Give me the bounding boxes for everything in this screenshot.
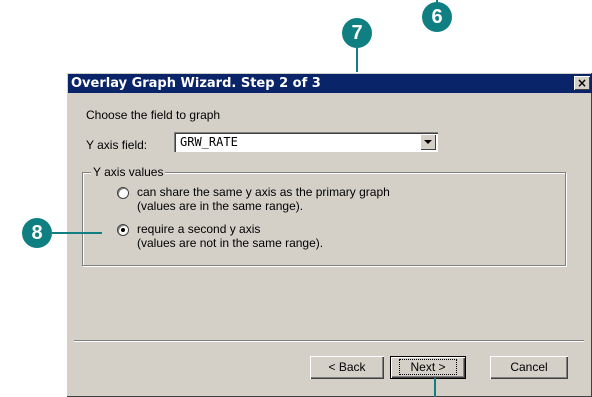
back-button-label: < Back (328, 360, 366, 374)
y-axis-field-value: GRW_RATE (180, 135, 238, 149)
callout-8-number: 8 (31, 222, 43, 244)
chevron-down-icon[interactable] (420, 134, 436, 150)
next-leader (434, 378, 436, 397)
y-axis-field-label: Y axis field: (86, 138, 148, 152)
close-icon: × (576, 76, 588, 90)
radio-share-y-axis[interactable] (117, 187, 129, 199)
callout-8: 8 (22, 218, 52, 248)
callout-6-number: 6 (431, 6, 443, 28)
option-second-line1: require a second y axis (137, 222, 261, 236)
callout-8-leader (52, 232, 102, 234)
dialog-title: Overlay Graph Wizard. Step 2 of 3 (71, 76, 321, 91)
option-share-line1: can share the same y axis as the primary… (137, 185, 390, 199)
dialog-titlebar[interactable]: Overlay Graph Wizard. Step 2 of 3 × (68, 74, 592, 93)
close-button[interactable]: × (574, 76, 590, 90)
cancel-button-label: Cancel (510, 360, 548, 374)
overlay-graph-wizard-dialog: Overlay Graph Wizard. Step 2 of 3 × Choo… (66, 72, 592, 397)
callout-7-number: 7 (351, 22, 363, 44)
instruction-text: Choose the field to graph (86, 108, 221, 122)
radio-second-y-axis[interactable] (117, 224, 129, 236)
callout-6-leader (436, 0, 438, 3)
next-button-label: Next > (399, 359, 457, 375)
callout-6: 6 (422, 2, 452, 32)
back-button[interactable]: < Back (310, 356, 384, 379)
y-axis-values-group: Y axis values can share the same y axis … (82, 165, 566, 266)
callout-7: 7 (342, 18, 372, 48)
option-second-line2: (values are not in the same range). (137, 236, 324, 250)
button-separator (74, 340, 584, 342)
option-share-line2: (values are in the same range). (137, 199, 304, 213)
cancel-button[interactable]: Cancel (490, 356, 568, 379)
y-axis-values-legend: Y axis values (91, 165, 166, 179)
next-button[interactable]: Next > (390, 356, 466, 379)
y-axis-field-combo[interactable]: GRW_RATE (174, 132, 438, 152)
